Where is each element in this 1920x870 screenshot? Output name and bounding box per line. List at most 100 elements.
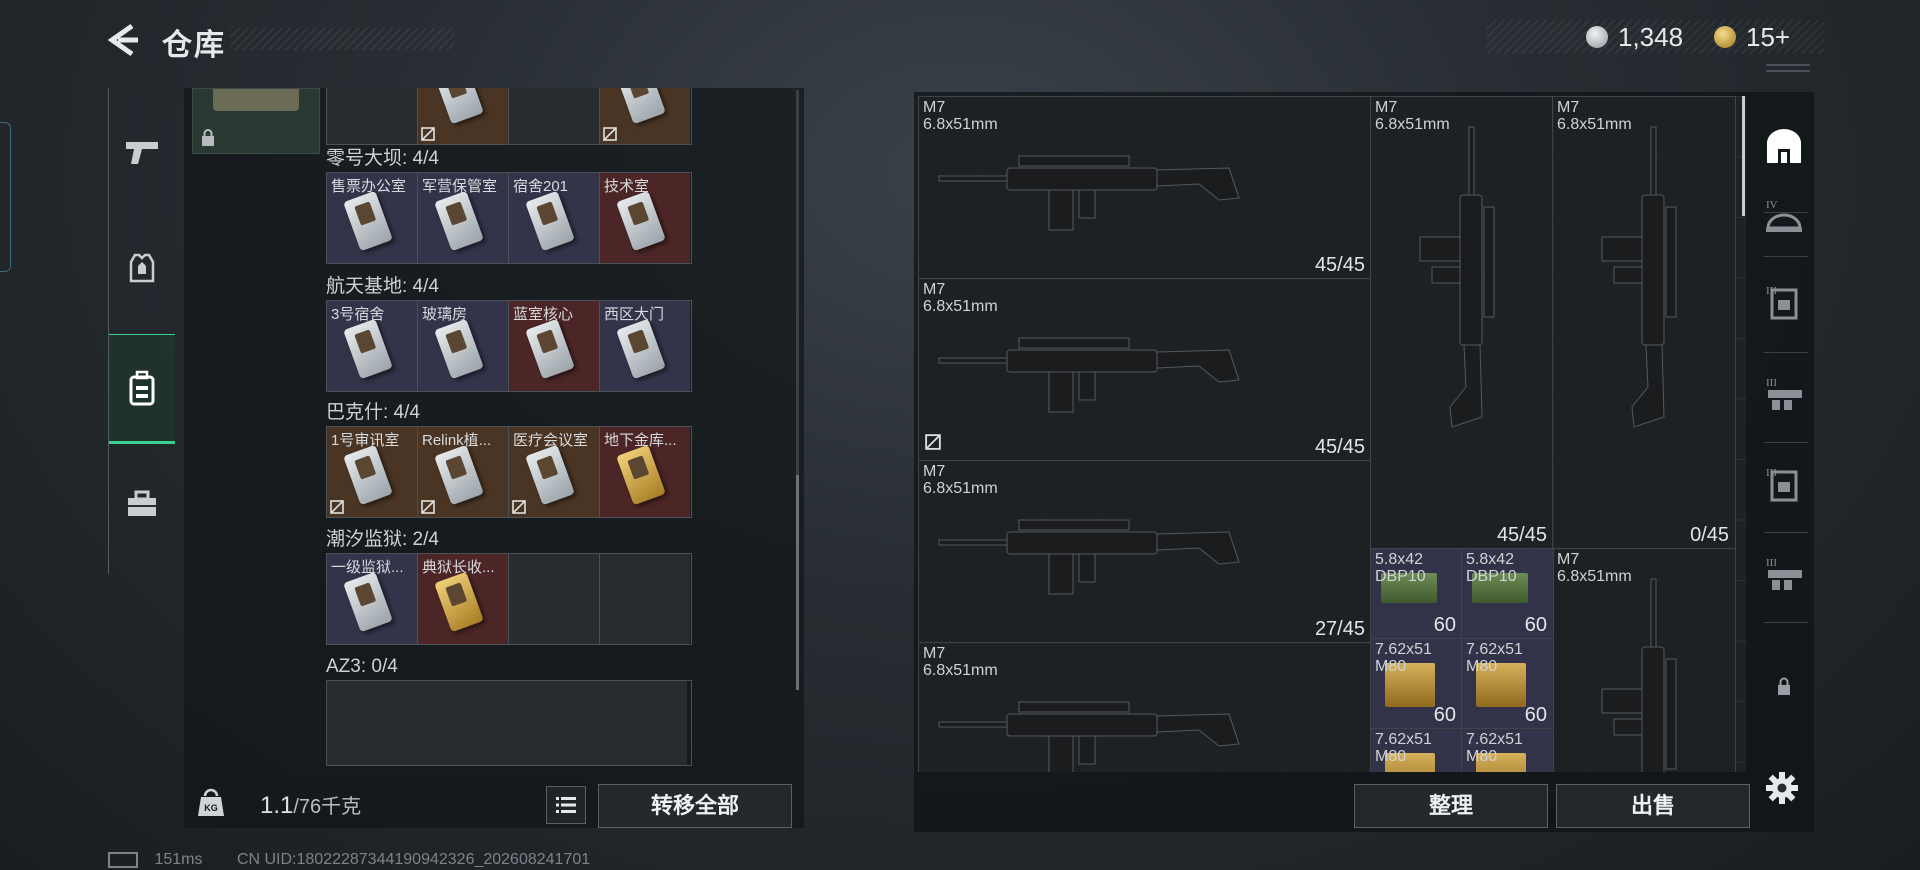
rifle-image [929,684,1249,772]
no-insure-icon [512,500,526,514]
ammo-quantity: 60 [1524,704,1547,726]
key-grid: 3号宿舍 玻璃房 蓝室核心 西区大门 [326,300,692,392]
weapon-item[interactable]: M7 6.8x51mm [918,642,1372,772]
ammo-type: DBP10 [1466,568,1517,585]
key-cell[interactable]: 1号审讯室 [327,427,418,517]
ammo-item[interactable]: 7.62x51 M80 [1461,728,1554,772]
ammo-item[interactable]: 7.62x51 M80 [1370,728,1463,772]
section-title: 巴克什: 4/4 [326,402,420,423]
filter-all[interactable] [1754,116,1814,176]
side-drawer-tab[interactable] [0,122,11,272]
back-button[interactable] [104,22,144,58]
transfer-all-button[interactable]: 转移全部 [598,784,792,828]
back-arrow-icon [107,23,138,57]
weapon-name: M7 [923,281,946,298]
gold-amount[interactable]: 15+ [1746,22,1790,53]
weapon-item[interactable]: M7 6.8x51mm 45/45 [1370,96,1554,550]
key-cell[interactable] [418,88,509,144]
empty-key-slot[interactable] [509,554,600,644]
sell-button[interactable]: 出售 [1556,784,1750,828]
ammo-item[interactable]: 5.8x42 DBP10 60 [1370,548,1463,640]
weapon-item[interactable]: M7 6.8x51mm 0/45 [1552,96,1736,550]
key-cell[interactable] [600,88,690,144]
key-grid: 售票办公室 军营保管室 宿舍201 技术室 [326,172,692,264]
key-cell[interactable]: 医疗会议室 [509,427,600,517]
empty-key-slot[interactable] [507,681,597,765]
locked-case-slot[interactable] [192,88,320,154]
ammo-type: M80 [1466,658,1498,675]
keycard-image [616,318,666,380]
rifle-image [929,502,1249,607]
gold-coin-icon [1714,26,1736,48]
armor-tier-III-icon: III [1766,467,1798,502]
key-grid: 一级监狱... 典狱长收... [326,553,692,645]
empty-key-slot[interactable] [600,554,690,644]
empty-key-slot[interactable] [597,681,687,765]
lock-icon [202,129,214,146]
key-cell[interactable]: 地下金库... [600,427,690,517]
armor-tier-III-icon: III [1766,285,1798,320]
empty-key-slot[interactable] [327,681,417,765]
no-insure-icon [925,434,941,455]
weapon-item[interactable]: M7 6.8x51mm 27/45 [918,460,1372,644]
key-cell[interactable]: 宿舍201 [509,173,600,263]
filter-armor-iii-2[interactable]: III [1754,454,1814,514]
ammo-item[interactable]: 7.62x51 M80 60 [1461,638,1554,730]
filter-armor-iii[interactable]: III [1754,272,1814,332]
key-cell[interactable]: 玻璃房 [418,301,509,391]
keycard-image [525,190,575,252]
key-section: AZ3: 0/4 [326,654,692,766]
keycard-image [434,88,484,125]
key-cell[interactable] [327,88,418,144]
filter-locked[interactable] [1754,656,1814,716]
filter-rig-iii[interactable]: III [1754,364,1814,424]
keycard-image [343,444,393,506]
filter-rig-iii-2[interactable]: III [1754,544,1814,604]
key-section: 航天基地: 4/4 3号宿舍 玻璃房 蓝室核心 西区大门 [326,274,692,392]
key-grid: 1号审讯室 Relink植... 医疗会议室 地下金库... [326,426,692,518]
ammo-name: 7.62x51 [1375,641,1432,658]
ammo-item[interactable]: 5.8x42 DBP10 60 [1461,548,1554,640]
nav-backpack[interactable] [109,334,175,444]
key-cell[interactable] [509,88,600,144]
weapon-item[interactable]: M7 6.8x51mm [1552,548,1736,772]
ammo-name: 5.8x42 [1375,551,1424,568]
toolbox-icon [128,490,156,516]
stash-filter-nav: IV III III III III [1754,64,1814,826]
sort-button[interactable]: 整理 [1354,784,1548,828]
key-cell[interactable]: 军营保管室 [418,173,509,263]
key-cell[interactable]: 技术室 [600,173,690,263]
ammo-count: 45/45 [1314,254,1365,276]
uid: CN UID:18022287344190942326_202608241701 [236,851,591,868]
ammo-item[interactable]: 7.62x51 M80 60 [1370,638,1463,730]
keycard-image [616,444,666,506]
key-cell[interactable]: 3号宿舍 [327,301,418,391]
keycard-image [525,318,575,380]
nav-armor[interactable] [109,228,175,308]
empty-key-slot[interactable] [417,681,507,765]
nav-weapons[interactable] [109,112,175,192]
key-cell[interactable]: 蓝室核心 [509,301,600,391]
stash-scrollbar-thumb[interactable] [1742,96,1745,216]
key-cell[interactable]: 售票办公室 [327,173,418,263]
no-insure-icon [603,127,617,141]
key-cell[interactable]: 典狱长收... [418,554,509,644]
weapon-item[interactable]: M7 6.8x51mm 45/45 [918,96,1372,280]
status-bar: 151ms CN UID:18022287344190942326_202608… [108,851,590,869]
key-cell[interactable]: 西区大门 [600,301,690,391]
ammo-name: 7.62x51 [1466,731,1523,748]
filter-helmet-iv[interactable]: IV [1754,186,1814,246]
key-section: 零号大坝: 4/4 售票办公室 军营保管室 宿舍201 技术室 [326,146,692,264]
nav-divider [1764,622,1808,623]
key-list-scrollbar-thumb[interactable] [796,475,799,690]
settings-button[interactable] [1764,770,1800,806]
nav-toolbox[interactable] [109,464,175,544]
ammo-count: 45/45 [1314,436,1365,458]
weapon-item[interactable]: M7 6.8x51mm 45/45 [918,278,1372,462]
list-view-button[interactable] [546,786,586,824]
key-cell[interactable]: 一级监狱... [327,554,418,644]
key-row-partial [326,88,692,145]
keycard-image [343,571,393,633]
key-cell[interactable]: Relink植... [418,427,509,517]
helmet-tier-IV-icon: IV [1766,199,1802,232]
